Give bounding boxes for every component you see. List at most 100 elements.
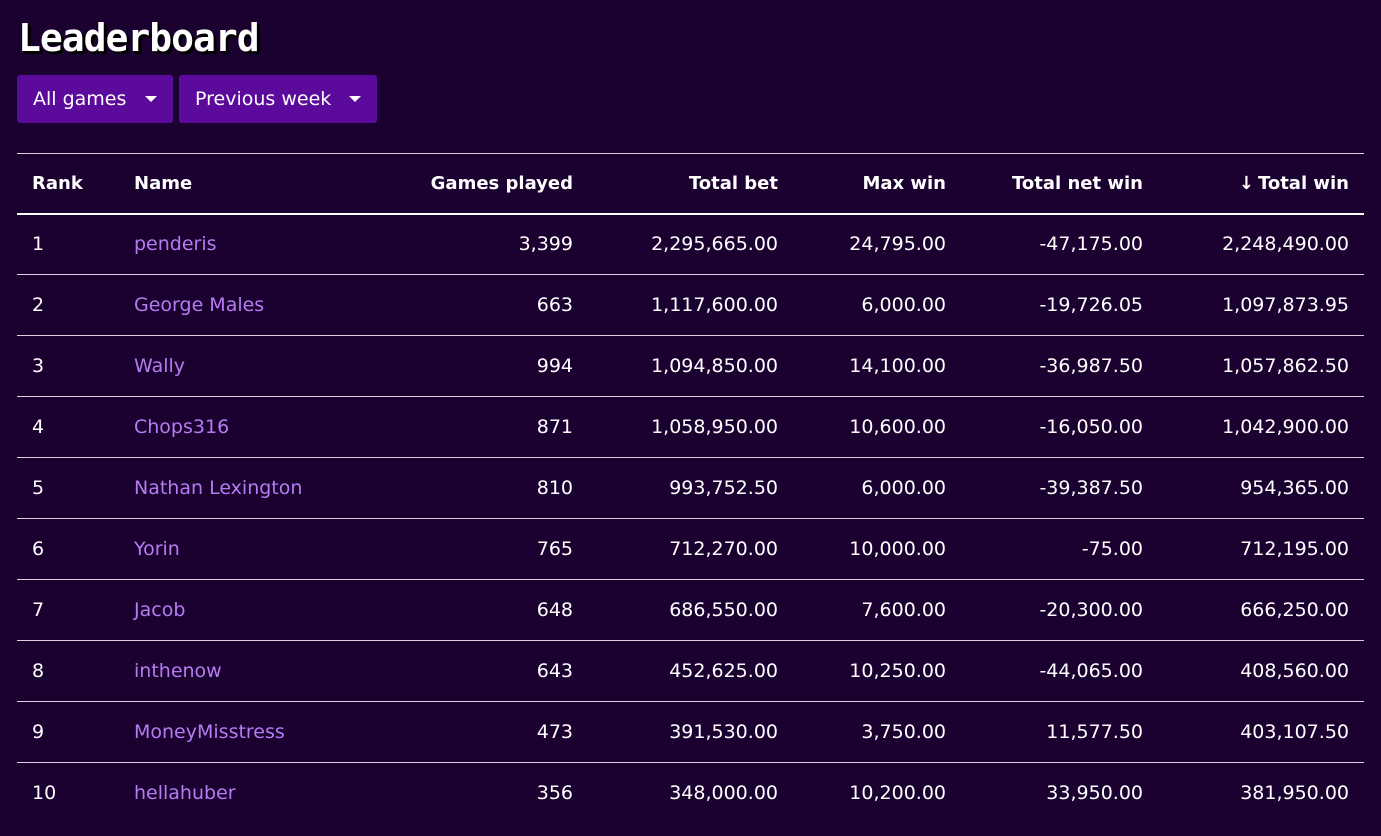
total-net-win-cell: -36,987.50 xyxy=(1039,355,1143,377)
leaderboard-page: Leaderboard All games Previous week Rank… xyxy=(0,0,1381,836)
rank-cell: 4 xyxy=(32,416,45,438)
name-cell: MoneyMisstress xyxy=(119,702,319,763)
column-header-total-win[interactable]: ↓ Total win xyxy=(1158,154,1364,214)
table-row: 5 Nathan Lexington 810 993,752.50 6,000.00 -3… xyxy=(17,458,1364,519)
games-played-cell: 648 xyxy=(536,599,573,621)
games-played-cell: 473 xyxy=(536,721,573,743)
column-header-total-net-win[interactable]: Total net win xyxy=(961,154,1158,214)
total-bet-cell: 712,270.00 xyxy=(669,538,778,560)
total-net-win-cell: -19,726.05 xyxy=(1039,294,1143,316)
game-filter-dropdown[interactable]: All games xyxy=(17,75,173,123)
name-cell: Yorin xyxy=(119,519,319,580)
total-bet-cell: 993,752.50 xyxy=(669,477,778,499)
caret-down-icon xyxy=(145,96,157,102)
column-header-rank[interactable]: Rank xyxy=(17,154,119,214)
max-win-cell: 6,000.00 xyxy=(861,294,946,316)
total-win-cell: 403,107.50 xyxy=(1240,721,1349,743)
player-name-link[interactable]: Jacob xyxy=(134,599,185,621)
total-bet-cell: 348,000.00 xyxy=(669,782,778,805)
caret-down-icon xyxy=(349,96,361,102)
column-header-total-bet[interactable]: Total bet xyxy=(588,154,793,214)
filter-bar: All games Previous week xyxy=(17,75,377,123)
player-name-link[interactable]: Nathan Lexington xyxy=(134,477,302,499)
page-title: Leaderboard xyxy=(18,16,260,60)
max-win-cell: 24,795.00 xyxy=(849,233,946,256)
table-row: 7 Jacob 648 686,550.00 7,600.00 -20,300.00 666… xyxy=(17,580,1364,641)
table-header-row: Rank Name Games played Total bet Max win… xyxy=(17,153,1364,214)
player-name-link[interactable]: Yorin xyxy=(134,538,180,560)
player-name-link[interactable]: hellahuber xyxy=(134,782,236,804)
max-win-cell: 10,000.00 xyxy=(849,538,946,560)
player-name-link[interactable]: Wally xyxy=(134,355,185,377)
total-bet-cell: 1,058,950.00 xyxy=(651,416,778,438)
total-win-cell: 1,042,900.00 xyxy=(1222,416,1349,438)
rank-cell: 2 xyxy=(32,294,45,316)
max-win-cell: 7,600.00 xyxy=(861,599,946,621)
player-name-link[interactable]: MoneyMisstress xyxy=(134,721,285,743)
total-win-cell: 2,248,490.00 xyxy=(1222,233,1349,256)
total-net-win-cell: -47,175.00 xyxy=(1039,233,1143,256)
column-header-name[interactable]: Name xyxy=(119,154,319,214)
game-filter-label: All games xyxy=(33,88,127,110)
games-played-cell: 3,399 xyxy=(518,233,573,256)
total-net-win-cell: 11,577.50 xyxy=(1046,721,1143,743)
games-played-cell: 994 xyxy=(536,355,573,377)
rank-cell: 9 xyxy=(32,721,45,743)
period-filter-dropdown[interactable]: Previous week xyxy=(179,75,377,123)
period-filter-label: Previous week xyxy=(195,88,332,110)
total-net-win-cell: -44,065.00 xyxy=(1039,660,1143,682)
total-bet-cell: 2,295,665.00 xyxy=(651,233,778,256)
name-cell: Wally xyxy=(119,336,319,397)
table-row: 10 hellahuber 356 348,000.00 10,200.00 33,950… xyxy=(17,763,1364,824)
sort-descending-icon: ↓ xyxy=(1238,172,1254,194)
total-bet-cell: 452,625.00 xyxy=(669,660,778,682)
leaderboard-table: Rank Name Games played Total bet Max win… xyxy=(17,153,1364,824)
total-bet-cell: 1,117,600.00 xyxy=(651,294,778,316)
player-name-link[interactable]: penderis xyxy=(134,233,217,255)
table-row: 8 inthenow 643 452,625.00 10,250.00 -44,065.0… xyxy=(17,641,1364,702)
max-win-cell: 14,100.00 xyxy=(849,355,946,377)
max-win-cell: 6,000.00 xyxy=(861,477,946,499)
games-played-cell: 356 xyxy=(536,782,573,805)
total-net-win-cell: 33,950.00 xyxy=(1046,782,1143,805)
leaderboard-rows: 1 penderis 3,399 2,295,665.00 24,795.00 -47,1… xyxy=(17,214,1364,824)
total-win-cell: 954,365.00 xyxy=(1240,477,1349,499)
column-header-games-played[interactable]: Games played xyxy=(319,154,588,214)
total-win-cell: 381,950.00 xyxy=(1240,782,1349,805)
column-header-total-win-label: Total win xyxy=(1257,172,1349,194)
name-cell: George Males xyxy=(119,275,319,336)
rank-cell: 8 xyxy=(32,660,45,682)
rank-cell: 5 xyxy=(32,477,45,499)
name-cell: hellahuber xyxy=(119,763,319,824)
total-net-win-cell: -39,387.50 xyxy=(1039,477,1143,499)
player-name-link[interactable]: Chops316 xyxy=(134,416,229,438)
games-played-cell: 643 xyxy=(536,660,573,682)
total-bet-cell: 391,530.00 xyxy=(669,721,778,743)
total-win-cell: 712,195.00 xyxy=(1240,538,1349,560)
total-win-cell: 1,097,873.95 xyxy=(1222,294,1349,316)
total-win-cell: 666,250.00 xyxy=(1240,599,1349,621)
table-row: 1 penderis 3,399 2,295,665.00 24,795.00 -47,1… xyxy=(17,214,1364,275)
games-played-cell: 810 xyxy=(536,477,573,499)
table-row: 4 Chops316 871 1,058,950.00 10,600.00 -16,050… xyxy=(17,397,1364,458)
total-net-win-cell: -75.00 xyxy=(1081,538,1143,560)
games-played-cell: 765 xyxy=(536,538,573,560)
max-win-cell: 3,750.00 xyxy=(861,721,946,743)
rank-cell: 3 xyxy=(32,355,45,377)
column-header-max-win[interactable]: Max win xyxy=(793,154,961,214)
name-cell: Nathan Lexington xyxy=(119,458,319,519)
total-bet-cell: 686,550.00 xyxy=(669,599,778,621)
table-row: 9 MoneyMisstress 473 391,530.00 3,750.00 11,5… xyxy=(17,702,1364,763)
total-bet-cell: 1,094,850.00 xyxy=(651,355,778,377)
table-row: 6 Yorin 765 712,270.00 10,000.00 -75.00 712,19… xyxy=(17,519,1364,580)
rank-cell: 6 xyxy=(32,538,45,560)
player-name-link[interactable]: George Males xyxy=(134,294,264,316)
rank-cell: 10 xyxy=(32,782,57,805)
name-cell: inthenow xyxy=(119,641,319,702)
total-net-win-cell: -16,050.00 xyxy=(1039,416,1143,438)
table-row: 3 Wally 994 1,094,850.00 14,100.00 -36,987.50… xyxy=(17,336,1364,397)
player-name-link[interactable]: inthenow xyxy=(134,660,222,682)
total-net-win-cell: -20,300.00 xyxy=(1039,599,1143,621)
rank-cell: 7 xyxy=(32,599,45,621)
games-played-cell: 871 xyxy=(536,416,573,438)
